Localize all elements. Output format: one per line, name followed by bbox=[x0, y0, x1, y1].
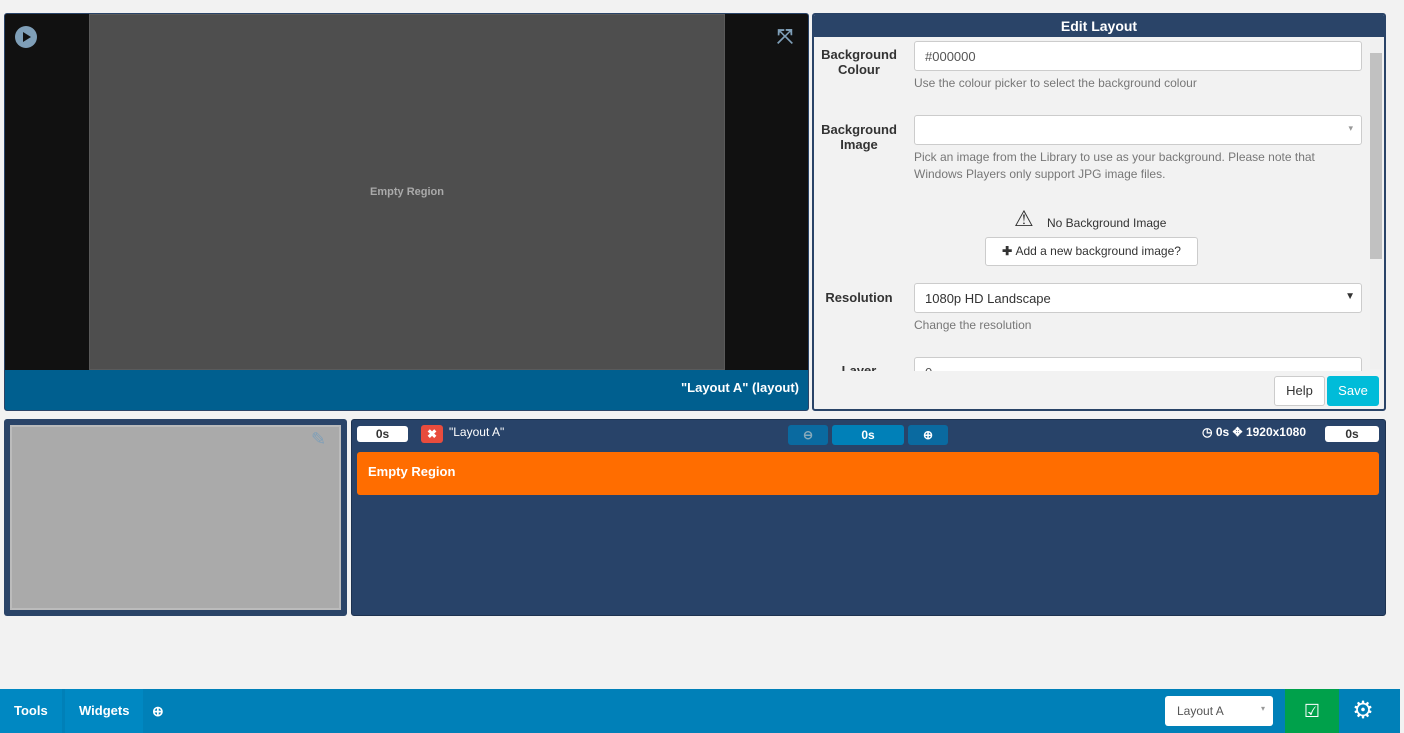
zoom-icon[interactable]: ⊕ bbox=[138, 689, 178, 733]
bg-colour-help: Use the colour picker to select the back… bbox=[914, 76, 1197, 90]
move-icon: ✥ bbox=[1232, 425, 1243, 439]
timeline-info: ◷ 0s ✥ 1920x1080 bbox=[1202, 425, 1307, 439]
preview-region[interactable]: Empty Region bbox=[89, 14, 725, 370]
no-bg-image-text: No Background Image bbox=[1047, 216, 1167, 230]
thumbnail-preview[interactable] bbox=[10, 425, 341, 610]
tools-tab[interactable]: Tools bbox=[0, 689, 62, 733]
bg-image-select[interactable]: ▾ bbox=[914, 115, 1362, 145]
edit-layout-panel: Edit Layout Background Colour #000000 Us… bbox=[812, 13, 1386, 411]
gear-icon: ⚙ bbox=[1352, 697, 1374, 724]
region-label: Empty Region bbox=[370, 186, 444, 198]
caret-down-icon: ▾ bbox=[1260, 704, 1265, 713]
region-thumbnail: ✎ bbox=[4, 419, 347, 616]
layout-preview: Empty Region ⤧ "Layout A" (layout) bbox=[4, 13, 809, 411]
clock-icon: ◷ bbox=[1202, 425, 1213, 439]
layout-select[interactable]: Layout A ▾ bbox=[1165, 696, 1273, 726]
footer-toolbar: Tools Widgets ⊕ Layout A ▾ ☑ ⚙ bbox=[0, 689, 1400, 733]
add-bg-image-button[interactable]: ✚ Add a new background image? bbox=[985, 237, 1198, 266]
layer-input[interactable]: 0 bbox=[914, 357, 1362, 371]
timeline-layout-name: "Layout A" bbox=[449, 425, 505, 439]
help-button[interactable]: Help bbox=[1274, 376, 1325, 406]
warning-icon: ⚠ bbox=[1014, 206, 1034, 231]
layer-row: Layer 0 bbox=[814, 355, 1370, 371]
save-button[interactable]: Save bbox=[1327, 376, 1379, 406]
fullscreen-icon[interactable]: ⤧ bbox=[777, 26, 793, 49]
plus-icon: ✚ bbox=[1002, 244, 1016, 258]
timeline-start-time: 0s bbox=[357, 426, 408, 442]
bg-colour-label: Background Colour bbox=[821, 47, 897, 77]
caret-down-icon: ▾ bbox=[1348, 123, 1353, 133]
delete-icon[interactable]: ✖ bbox=[421, 425, 443, 443]
publish-button[interactable]: ☑ bbox=[1285, 689, 1339, 733]
check-square-icon: ☑ bbox=[1303, 701, 1321, 721]
timeline-end-time: 0s bbox=[1325, 426, 1379, 442]
bg-colour-input[interactable]: #000000 bbox=[914, 41, 1362, 71]
zoom-value: 0s bbox=[832, 425, 904, 445]
layer-label: Layer bbox=[841, 363, 877, 371]
zoom-in-button[interactable]: ⊕ bbox=[908, 425, 948, 445]
bg-image-label: Background Image bbox=[821, 122, 897, 152]
panel-title: Edit Layout bbox=[814, 15, 1384, 37]
timeline-region[interactable]: Empty Region bbox=[357, 452, 1379, 495]
panel-scrollbar[interactable] bbox=[1370, 39, 1382, 369]
resolution-label: Resolution bbox=[825, 290, 893, 305]
widgets-tab[interactable]: Widgets bbox=[65, 689, 144, 733]
scroll-thumb[interactable] bbox=[1370, 53, 1382, 259]
timeline: 0s ✖ "Layout A" ⊖ 0s ⊕ ◷ 0s ✥ 1920x1080 … bbox=[351, 419, 1386, 616]
resolution-select[interactable]: 1080p HD Landscape ▼ bbox=[914, 283, 1362, 313]
edit-icon[interactable]: ✎ bbox=[311, 429, 326, 450]
play-icon[interactable] bbox=[15, 26, 37, 48]
settings-button[interactable]: ⚙ bbox=[1339, 689, 1387, 733]
caret-down-icon: ▼ bbox=[1345, 291, 1355, 302]
zoom-out-button[interactable]: ⊖ bbox=[788, 425, 828, 445]
resolution-help: Change the resolution bbox=[914, 318, 1032, 332]
preview-layout-label: "Layout A" (layout) bbox=[5, 370, 808, 410]
bg-image-help: Pick an image from the Library to use as… bbox=[914, 150, 1315, 181]
